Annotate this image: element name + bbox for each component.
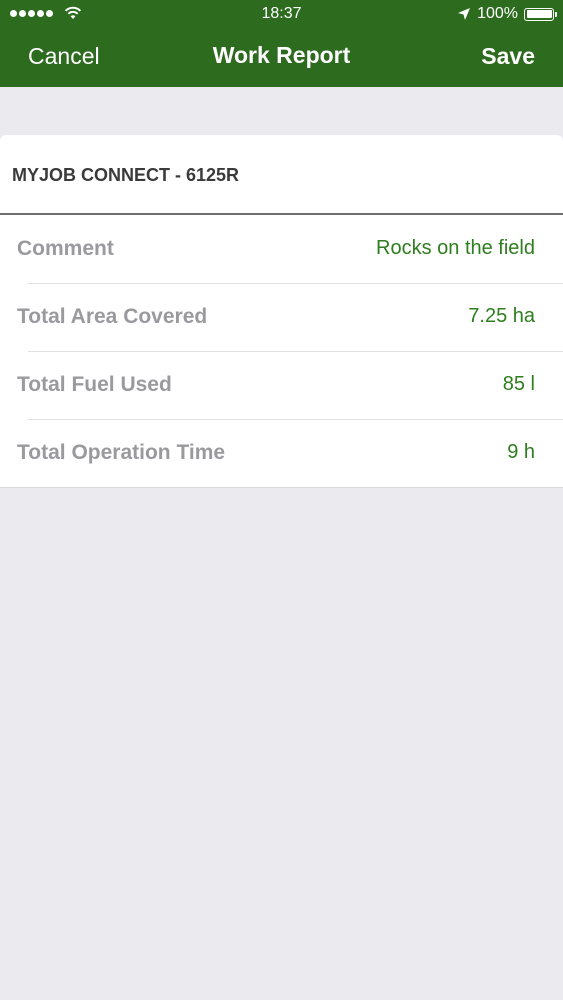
work-report-screen: 18:37 100% Cancel Work Report Save MYJOB… (0, 0, 563, 1000)
row-value: Rocks on the field (376, 237, 535, 259)
row-label: Comment (17, 237, 114, 260)
navigation-bar: Cancel Work Report Save (0, 30, 563, 87)
work-report-card: MYJOB CONNECT - 6125R Comment Rocks on t… (0, 135, 563, 488)
row-label: Total Fuel Used (17, 373, 172, 396)
card-header: MYJOB CONNECT - 6125R (0, 135, 563, 215)
status-bar: 18:37 100% (0, 0, 563, 30)
status-right: 100% (457, 5, 557, 23)
total-fuel-used-row[interactable]: Total Fuel Used 85 l (0, 351, 563, 419)
row-label: Total Operation Time (17, 441, 226, 464)
location-arrow-icon (458, 8, 471, 20)
row-label: Total Area Covered (17, 305, 208, 328)
save-button[interactable]: Save (481, 43, 535, 70)
total-area-covered-row[interactable]: Total Area Covered 7.25 ha (0, 283, 563, 351)
row-value: 85 l (502, 373, 535, 395)
comment-row[interactable]: Comment Rocks on the field (0, 215, 563, 283)
top-bar: 18:37 100% Cancel Work Report Save (0, 0, 563, 87)
total-operation-time-row[interactable]: Total Operation Time 9 h (0, 419, 563, 487)
row-value: 7.25 ha (468, 305, 535, 327)
battery-icon (524, 7, 557, 21)
row-value: 9 h (507, 441, 535, 463)
card-title: MYJOB CONNECT - 6125R (12, 165, 240, 185)
cancel-button[interactable]: Cancel (28, 43, 100, 70)
battery-percentage: 100% (477, 5, 518, 22)
